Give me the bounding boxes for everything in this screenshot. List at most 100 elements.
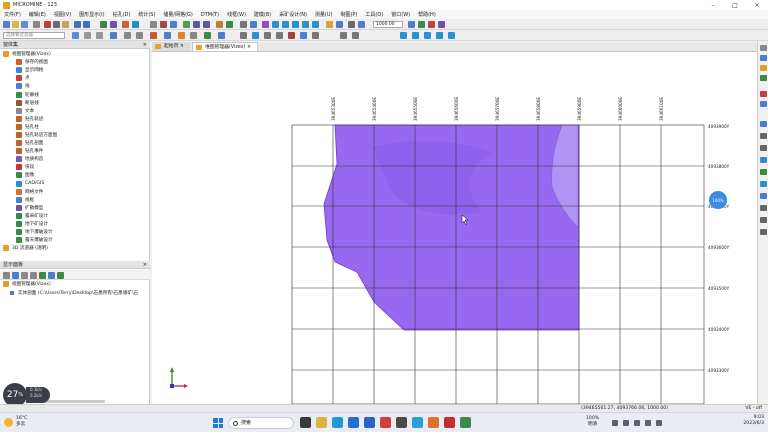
app-green-icon[interactable] — [460, 417, 471, 428]
menu-view[interactable]: 视图(V) — [54, 11, 71, 18]
delete-icon[interactable] — [150, 32, 157, 39]
tool-icon[interactable] — [760, 55, 767, 61]
tree-item[interactable]: 点 — [0, 74, 150, 82]
edit-icon[interactable] — [110, 32, 117, 39]
tree-item[interactable]: 露天爆破设计 — [0, 236, 150, 244]
tree-item[interactable]: 钻孔柱 — [0, 123, 150, 131]
drill-icon[interactable] — [122, 21, 129, 28]
tree-item[interactable]: 显示网格 — [0, 66, 150, 74]
filter-icon[interactable] — [438, 21, 445, 28]
paste-icon[interactable] — [62, 21, 69, 28]
view-front-icon[interactable] — [282, 21, 289, 28]
text-icon[interactable] — [190, 32, 197, 39]
menu-window[interactable]: 窗口(W) — [391, 11, 410, 18]
scale-combo[interactable]: 1000.00 — [373, 21, 403, 28]
app-pdf-icon[interactable] — [444, 417, 455, 428]
rotate-icon[interactable] — [170, 21, 177, 28]
file-explorer-icon[interactable] — [316, 417, 327, 428]
micromine-taskbar-icon[interactable] — [428, 417, 439, 428]
light-icon[interactable] — [326, 21, 333, 28]
layout-icon[interactable] — [400, 32, 407, 39]
digitize-icon[interactable] — [164, 32, 171, 39]
close-icon[interactable]: × — [746, 0, 768, 10]
windows-start-icon[interactable] — [213, 418, 223, 428]
snap-icon[interactable] — [408, 21, 415, 28]
tool-icon[interactable] — [760, 169, 767, 175]
tool-icon[interactable] — [760, 229, 767, 235]
save-icon[interactable] — [21, 21, 28, 28]
layer-icon[interactable] — [110, 21, 117, 28]
solid-icon[interactable] — [300, 32, 307, 39]
plan-icon[interactable] — [412, 32, 419, 39]
tree-item[interactable]: 钻孔轨迹 — [0, 115, 150, 123]
print-icon[interactable] — [33, 21, 40, 28]
move-icon[interactable] — [226, 21, 233, 28]
properties-icon[interactable] — [12, 272, 19, 279]
section-icon[interactable] — [240, 21, 247, 28]
options-icon[interactable] — [312, 32, 319, 39]
lock-icon[interactable] — [57, 272, 64, 279]
tool-icon[interactable] — [760, 91, 767, 97]
view-side-icon[interactable] — [292, 21, 299, 28]
close-panel-icon[interactable]: × — [143, 261, 147, 269]
app-blue-icon[interactable] — [412, 417, 423, 428]
layer-add-icon[interactable] — [72, 32, 79, 39]
join-icon[interactable] — [124, 32, 131, 39]
measure-icon[interactable] — [160, 21, 167, 28]
copy-icon[interactable] — [53, 21, 60, 28]
pin-icon[interactable] — [760, 45, 767, 51]
tree-item[interactable]: 文本 — [0, 107, 150, 115]
surface-icon[interactable] — [218, 32, 225, 39]
menu-wireframe[interactable]: 线框(W) — [227, 11, 246, 18]
app-dark-icon[interactable] — [396, 417, 407, 428]
tree-item[interactable]: 保存的视图 — [0, 58, 150, 66]
tool-icon[interactable] — [760, 193, 767, 199]
tree-item[interactable]: 块段 — [0, 163, 150, 171]
cursor-icon[interactable] — [340, 32, 347, 39]
tree-item[interactable]: 轮廓线 — [0, 90, 150, 98]
display-icon[interactable] — [100, 21, 107, 28]
grid-icon[interactable] — [132, 21, 139, 28]
color-icon[interactable] — [178, 32, 185, 39]
cut-icon[interactable] — [44, 21, 51, 28]
edge-icon[interactable] — [332, 417, 343, 428]
tree-item[interactable]: 线 — [0, 82, 150, 90]
tree-item[interactable]: 断层线 — [0, 99, 150, 107]
menu-drill[interactable]: 钻孔(D) — [113, 11, 131, 18]
new-icon[interactable] — [3, 21, 10, 28]
menu-grid[interactable]: 储量/网格(G) — [163, 11, 192, 18]
minimize-icon[interactable]: – — [702, 0, 724, 10]
tool-icon[interactable] — [760, 181, 767, 187]
clock[interactable]: 9:03 2023/6/3 — [743, 415, 764, 427]
zoom-in-icon[interactable] — [193, 21, 200, 28]
menu-mine-design[interactable]: 采矿设计(N) — [279, 11, 307, 18]
legend-icon[interactable] — [276, 32, 283, 39]
tree-item[interactable]: 地下矿设计 — [0, 220, 150, 228]
tree-item[interactable]: 扩散模型 — [0, 204, 150, 212]
tree-item[interactable]: 网格文件 — [0, 188, 150, 196]
word-icon[interactable] — [364, 417, 375, 428]
tree-root[interactable]: 视图管理器(Vizex) — [0, 50, 150, 58]
tree-item[interactable]: CAD/GIS — [0, 180, 150, 188]
menu-modeling[interactable]: 建模(B) — [254, 11, 271, 18]
slice-icon[interactable] — [424, 32, 431, 39]
plane-icon[interactable] — [250, 21, 257, 28]
cross-icon[interactable] — [352, 32, 359, 39]
list-icon[interactable] — [3, 272, 10, 279]
shade-icon[interactable] — [336, 21, 343, 28]
menu-survey[interactable]: 测量(U) — [315, 11, 333, 18]
task-view-icon[interactable] — [300, 417, 311, 428]
wireframe-icon[interactable] — [262, 21, 269, 28]
block-icon[interactable] — [204, 32, 211, 39]
tab-vizex[interactable]: 堆图管理器(Vizex) × — [191, 42, 258, 51]
battery-icon[interactable] — [656, 420, 662, 426]
string-icon[interactable] — [84, 32, 91, 39]
display-root[interactable]: 视图管理器(Vizex) — [3, 281, 51, 287]
menu-stats[interactable]: 统计(S) — [138, 11, 155, 18]
tree-item[interactable]: 图像 — [0, 171, 150, 179]
store-icon[interactable] — [348, 417, 359, 428]
clip-icon[interactable] — [428, 21, 435, 28]
weather-widget[interactable]: 16°C 多云 — [4, 416, 27, 428]
maximize-icon[interactable]: □ — [724, 0, 746, 10]
tree-item[interactable]: 钻孔事件 — [0, 147, 150, 155]
